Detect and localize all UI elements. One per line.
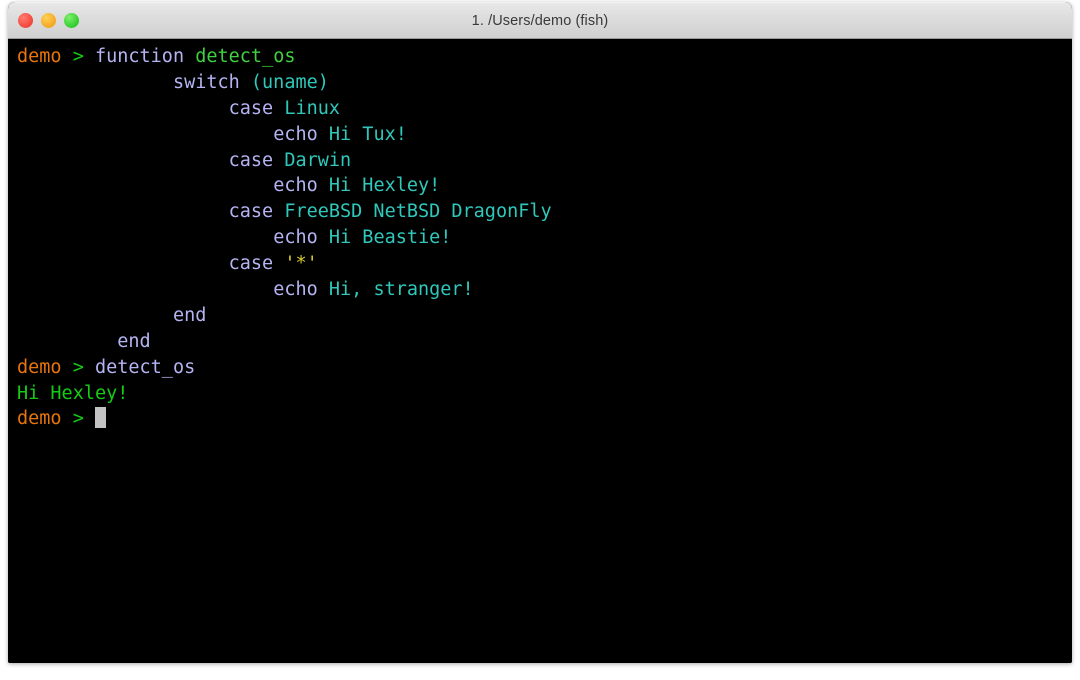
terminal-text-keyword: case (228, 201, 285, 223)
terminal-text-arg: (uname) (250, 71, 329, 93)
terminal-screen[interactable]: demo > function detect_os switch (uname)… (8, 44, 1072, 432)
window-title-bar[interactable]: 1. /Users/demo (fish) (8, 2, 1072, 39)
terminal-text-command: detect_os (94, 356, 196, 378)
prompt-arrow: > (72, 356, 84, 378)
terminal-line: Hi Hexley! (17, 381, 1072, 407)
terminal-text-arg: Hi Beastie! (328, 227, 452, 249)
terminal-text-keyword: case (228, 253, 285, 275)
terminal-text-arg: Hi, stranger! (328, 279, 474, 301)
terminal-text-arg: FreeBSD NetBSD DragonFly (284, 201, 552, 223)
terminal-line: end (17, 303, 1072, 329)
terminal-line: end (17, 329, 1072, 355)
terminal-line: case '*' (17, 251, 1072, 277)
terminal-line: echo Hi Tux! (17, 122, 1072, 148)
terminal-text-keyword: function (94, 46, 196, 67)
terminal-line: demo > function detect_os (17, 44, 1072, 70)
prompt-arrow: > (72, 46, 84, 67)
prompt-host: demo (17, 46, 62, 67)
terminal-line: echo Hi, stranger! (17, 277, 1072, 303)
terminal-line: echo Hi Beastie! (17, 225, 1072, 251)
terminal-line: switch (uname) (17, 70, 1072, 96)
terminal-text-command: echo (273, 279, 329, 301)
terminal-text-keyword: end (172, 304, 207, 326)
terminal-line: case Linux (17, 96, 1072, 122)
terminal-line: echo Hi Hexley! (17, 173, 1072, 199)
terminal-text-quote: '*' (284, 253, 318, 275)
prompt-arrow: > (72, 408, 84, 430)
terminal-text-arg: Linux (284, 97, 341, 119)
window-controls (18, 3, 79, 38)
prompt-host: demo (17, 408, 62, 430)
prompt-host: demo (17, 356, 62, 378)
terminal-line: demo > (17, 406, 1072, 432)
minimize-button[interactable] (41, 13, 56, 28)
terminal-line: demo > detect_os (17, 355, 1072, 381)
terminal-text-keyword: switch (172, 71, 251, 93)
terminal-text-arg: Hi Hexley! (328, 175, 441, 197)
terminal-text-arg: Hi Tux! (328, 123, 407, 145)
terminal-text-command: echo (273, 123, 329, 145)
maximize-button[interactable] (64, 13, 79, 28)
window-title: 1. /Users/demo (fish) (471, 12, 609, 29)
terminal-body[interactable]: demo > function detect_os switch (uname)… (8, 39, 1072, 663)
terminal-text-arg: Darwin (284, 149, 352, 171)
terminal-text-command: echo (273, 227, 329, 249)
terminal-window[interactable]: 1. /Users/demo (fish) demo > function de… (8, 2, 1072, 663)
terminal-text-keyword: case (228, 149, 285, 171)
terminal-text-output: Hi Hexley! (17, 382, 129, 404)
desktop-background: 1. /Users/demo (fish) demo > function de… (0, 0, 1080, 680)
text-cursor (94, 407, 106, 429)
terminal-text-keyword: case (228, 97, 285, 119)
close-button[interactable] (18, 13, 33, 28)
terminal-text-command: echo (273, 175, 329, 197)
terminal-line: case Darwin (17, 148, 1072, 174)
terminal-text-funcname: detect_os (195, 46, 296, 67)
terminal-line: case FreeBSD NetBSD DragonFly (17, 199, 1072, 225)
terminal-text-keyword: end (117, 330, 151, 352)
